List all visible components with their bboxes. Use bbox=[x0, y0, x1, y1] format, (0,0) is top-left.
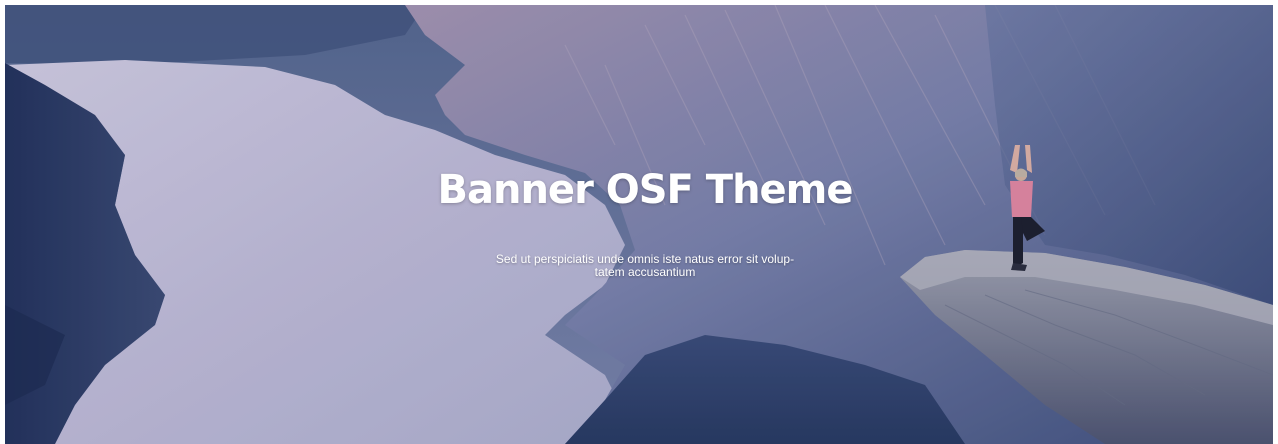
banner: Banner OSF Theme Sed ut perspiciatis und… bbox=[5, 5, 1273, 444]
banner-background-image bbox=[5, 5, 1273, 444]
